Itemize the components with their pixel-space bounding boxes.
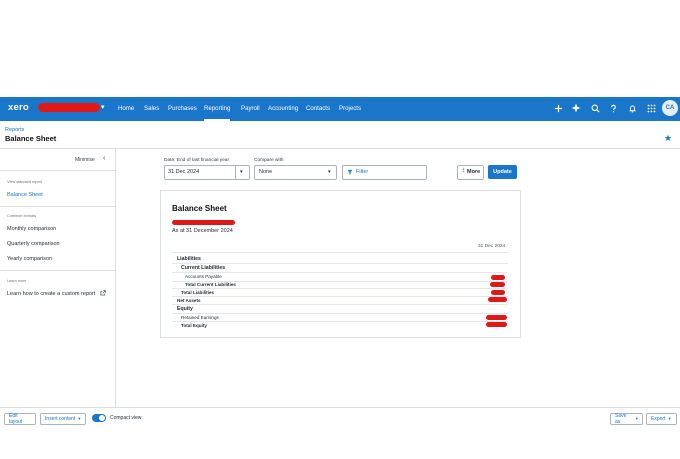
export-button[interactable]: Export ▾ [646,413,677,425]
compare-label: Compare with [254,158,284,163]
row-divider [172,321,508,322]
sparkle-icon[interactable] [569,101,583,115]
standard-report-link[interactable]: Balance Sheet [7,192,43,198]
report-footer-toolbar: Edit layout Insert content ▾ Compact vie… [0,407,680,429]
report-date-subtitle: As at 31 December 2024 [172,228,233,234]
learn-custom-report-link[interactable]: Learn how to create a custom report [7,291,95,297]
chevron-left-icon[interactable]: ‹ [103,155,105,162]
chevron-down-icon[interactable]: ▾ [240,169,243,175]
nav-sales[interactable]: Sales [144,97,159,121]
date-field[interactable]: 31 Dec 2024 ▾ [164,165,250,180]
row-retained-earnings[interactable]: Retained Earnings [181,315,219,320]
format-quarterly-comparison[interactable]: Quarterly comparison [7,241,60,247]
chevron-down-icon: ▾ [328,169,331,175]
apps-grid-icon[interactable] [644,101,658,115]
row-net-assets: Net Assets [177,298,201,303]
row-divider [172,288,508,289]
top-navigation-bar: xero ▾ Home Sales Purchases Reporting Pa… [0,97,680,121]
value-redacted [491,290,505,295]
row-total-equity: Total Equity [181,323,207,328]
save-as-label: Save as [615,413,627,425]
more-dots-icon: ⋮ [461,168,467,174]
common-formats-heading: Common formats [7,214,37,218]
filter-icon [347,169,353,177]
row-total-current-liabilities: Total Current Liabilities [185,282,236,287]
user-avatar[interactable]: CA [662,100,678,116]
row-divider [172,304,508,305]
column-header-date: 31 Dec 2024 [478,244,506,249]
filter-button[interactable]: Filter [342,165,427,180]
search-icon[interactable] [588,101,602,115]
more-label: More [467,169,481,175]
organisation-name-redacted [172,220,235,225]
sidebar-divider [0,170,115,171]
nav-contacts[interactable]: Contacts [306,97,330,121]
insert-content-label: Insert content [45,416,76,422]
format-yearly-comparison[interactable]: Yearly comparison [7,256,52,262]
section-liabilities: Liabilities [177,256,201,262]
chevron-down-icon[interactable]: ▾ [101,103,105,111]
bell-icon[interactable] [625,101,639,115]
more-button[interactable]: ⋮ More [457,165,484,180]
value-redacted [486,315,507,320]
favourite-star-icon[interactable]: ★ [664,133,672,144]
nav-accounting[interactable]: Accounting [268,97,298,121]
row-accounts-payable[interactable]: Accounts Payable [185,274,222,279]
page-title: Balance Sheet [5,134,57,143]
edit-layout-button[interactable]: Edit layout [4,413,36,425]
chevron-down-icon: ▾ [78,416,81,421]
row-total-liabilities: Total Liabilities [181,290,215,295]
sidebar-divider [0,206,115,207]
minimise-label[interactable]: Minimise [75,157,95,163]
xero-logo[interactable]: xero [8,102,29,113]
nav-reporting[interactable]: Reporting [204,97,231,121]
row-divider [172,263,508,264]
nav-home[interactable]: Home [118,97,134,121]
value-redacted [491,275,505,280]
plus-icon[interactable] [551,101,565,115]
date-field-divider [235,166,236,179]
format-monthly-comparison[interactable]: Monthly comparison [7,226,56,232]
view-standard-heading: View standard report [7,180,42,184]
nav-payroll[interactable]: Payroll [241,97,260,121]
update-button[interactable]: Update [488,165,517,179]
save-as-button[interactable]: Save as ▾ [610,413,643,425]
section-equity: Equity [177,306,193,312]
nav-purchases[interactable]: Purchases [168,97,197,121]
value-redacted [488,297,507,302]
row-divider [172,313,508,314]
row-divider [172,296,508,297]
compare-value: None [259,169,273,175]
organisation-name-redacted[interactable] [38,103,100,112]
insert-content-button[interactable]: Insert content ▾ [40,413,86,425]
value-redacted [486,322,507,327]
export-label: Export [651,416,666,422]
value-redacted [490,282,505,287]
compact-view-toggle[interactable] [92,414,106,422]
row-divider [172,272,508,273]
external-link-icon[interactable] [100,290,106,298]
breadcrumb-reports[interactable]: Reports [5,127,24,133]
compare-with-select[interactable]: None ▾ [254,165,337,180]
subsection-current-liabilities: Current Liabilities [181,265,226,271]
filter-label: Filter [356,169,369,175]
learn-more-heading: Learn more [7,279,27,283]
chevron-down-icon: ▾ [668,416,671,421]
sidebar-divider [0,270,115,271]
compact-view-label: Compact view [110,415,142,421]
date-label: Date: End of last financial year [164,158,230,163]
help-icon[interactable] [606,101,620,115]
chevron-down-icon: ▾ [635,416,638,421]
date-value: 31 Dec 2024 [168,169,200,175]
report-title: Balance Sheet [172,204,227,213]
row-divider [172,252,508,253]
nav-projects[interactable]: Projects [339,97,361,121]
report-sidebar: Minimise ‹ View standard report Balance … [0,149,116,409]
